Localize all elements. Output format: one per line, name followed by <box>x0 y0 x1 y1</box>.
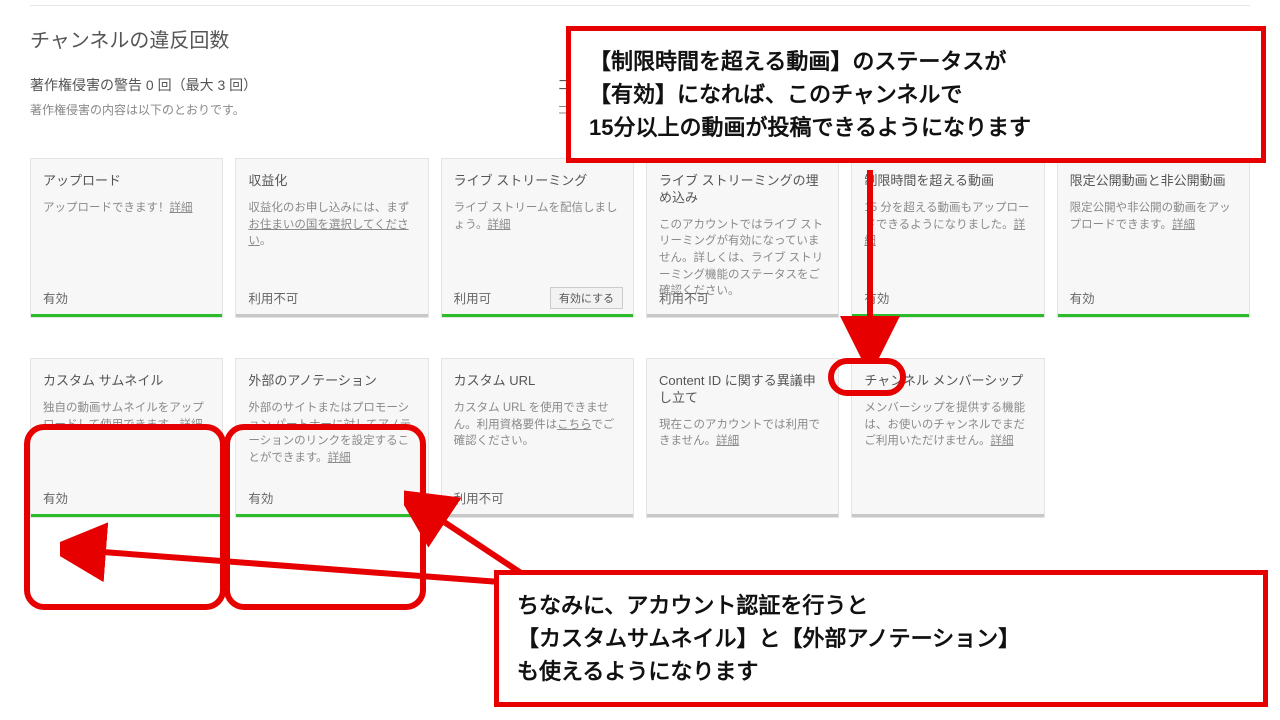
details-link[interactable]: 詳細 <box>1172 219 1195 231</box>
card-content-id-dispute: Content ID に関する異議申し立て 現在このアカウントでは利用できません… <box>646 358 839 518</box>
card-title: 外部のアノテーション <box>248 373 415 390</box>
card-title: ライブ ストリーミングの埋め込み <box>659 173 826 207</box>
status-bar <box>1058 314 1249 317</box>
card-desc-text: アップロードできます！ <box>43 202 170 214</box>
status-bar <box>647 314 838 317</box>
annotation-callout-top: 【制限時間を超える動画】のステータスが 【有効】になれば、このチャンネルで 15… <box>566 26 1266 163</box>
feature-cards-row1: アップロード アップロードできます！詳細 有効 収益化 収益化のお申し込みには、… <box>30 158 1250 318</box>
details-link[interactable]: 詳細 <box>170 202 193 214</box>
card-desc: メンバーシップを提供する機能は、お使いのチャンネルでまだご利用いただけません。詳… <box>864 400 1031 450</box>
card-title: カスタム URL <box>454 373 621 390</box>
card-unlisted-private: 限定公開動画と非公開動画 限定公開や非公開の動画をアップロードできます。詳細 有… <box>1057 158 1250 318</box>
arrow-top-icon <box>840 170 900 362</box>
card-desc-tail: 。 <box>260 235 272 247</box>
card-desc: 収益化のお申し込みには、まずお住まいの国を選択してください。 <box>248 200 415 250</box>
status-bar <box>236 314 427 317</box>
details-link[interactable]: 詳細 <box>990 435 1013 447</box>
kochira-link[interactable]: こちら <box>557 419 591 431</box>
card-title: 限定公開動画と非公開動画 <box>1070 173 1237 190</box>
highlight-box-enabled-status <box>828 358 906 396</box>
card-desc-text: ライブ ストリームを配信しましょう。 <box>454 202 618 231</box>
status-bar <box>647 514 838 517</box>
card-desc-text: 現在このアカウントでは利用できません。 <box>659 419 820 448</box>
card-title: 収益化 <box>248 173 415 190</box>
card-desc-text: 限定公開や非公開の動画をアップロードできます。 <box>1070 202 1231 231</box>
divider <box>30 5 1250 6</box>
annotation-callout-bottom: ちなみに、アカウント認証を行うと 【カスタムサムネイル】と【外部アノテーション】… <box>494 570 1268 707</box>
card-desc-text: 収益化のお申し込みには、まず <box>248 202 409 214</box>
card-status: 利用可 <box>454 288 492 307</box>
copyright-sub: 著作権侵害の内容は以下のとおりです。 <box>30 101 257 118</box>
card-monetization: 収益化 収益化のお申し込みには、まずお住まいの国を選択してください。 利用不可 <box>235 158 428 318</box>
card-title: カスタム サムネイル <box>43 373 210 390</box>
country-link[interactable]: お住まいの国を選択してください <box>248 219 408 248</box>
card-status: 有効 <box>43 288 68 307</box>
enable-button[interactable]: 有効にする <box>550 287 623 309</box>
card-title: Content ID に関する異議申し立て <box>659 373 826 407</box>
card-status: 利用不可 <box>248 288 298 307</box>
card-desc: アップロードできます！詳細 <box>43 200 210 217</box>
card-status: 有効 <box>1070 288 1095 307</box>
card-desc: 現在このアカウントでは利用できません。詳細 <box>659 417 826 450</box>
card-desc: 限定公開や非公開の動画をアップロードできます。詳細 <box>1070 200 1237 233</box>
card-desc: ライブ ストリームを配信しましょう。詳細 <box>454 200 621 233</box>
details-link[interactable]: 詳細 <box>487 219 510 231</box>
status-bar <box>852 514 1043 517</box>
card-title: ライブ ストリーミング <box>454 173 621 190</box>
card-live-embed: ライブ ストリーミングの埋め込み このアカウントではライブ ストリーミングが有効… <box>646 158 839 318</box>
page-root: チャンネルの違反回数 著作権侵害の警告 0 回（最大 3 回） 著作権侵害の内容… <box>0 0 1280 720</box>
card-status: 利用不可 <box>659 288 709 307</box>
status-bar <box>31 314 222 317</box>
card-live-streaming: ライブ ストリーミング ライブ ストリームを配信しましょう。詳細 利用可 有効に… <box>441 158 634 318</box>
details-link[interactable]: 詳細 <box>716 435 739 447</box>
card-title: アップロード <box>43 173 210 190</box>
card-upload: アップロード アップロードできます！詳細 有効 <box>30 158 223 318</box>
card-desc: カスタム URL を使用できません。利用資格要件はこちらでご確認ください。 <box>454 400 621 450</box>
copyright-strikes: 著作権侵害の警告 0 回（最大 3 回） 著作権侵害の内容は以下のとおりです。 <box>30 75 257 118</box>
copyright-heading: 著作権侵害の警告 0 回（最大 3 回） <box>30 75 257 95</box>
status-bar <box>442 314 633 317</box>
